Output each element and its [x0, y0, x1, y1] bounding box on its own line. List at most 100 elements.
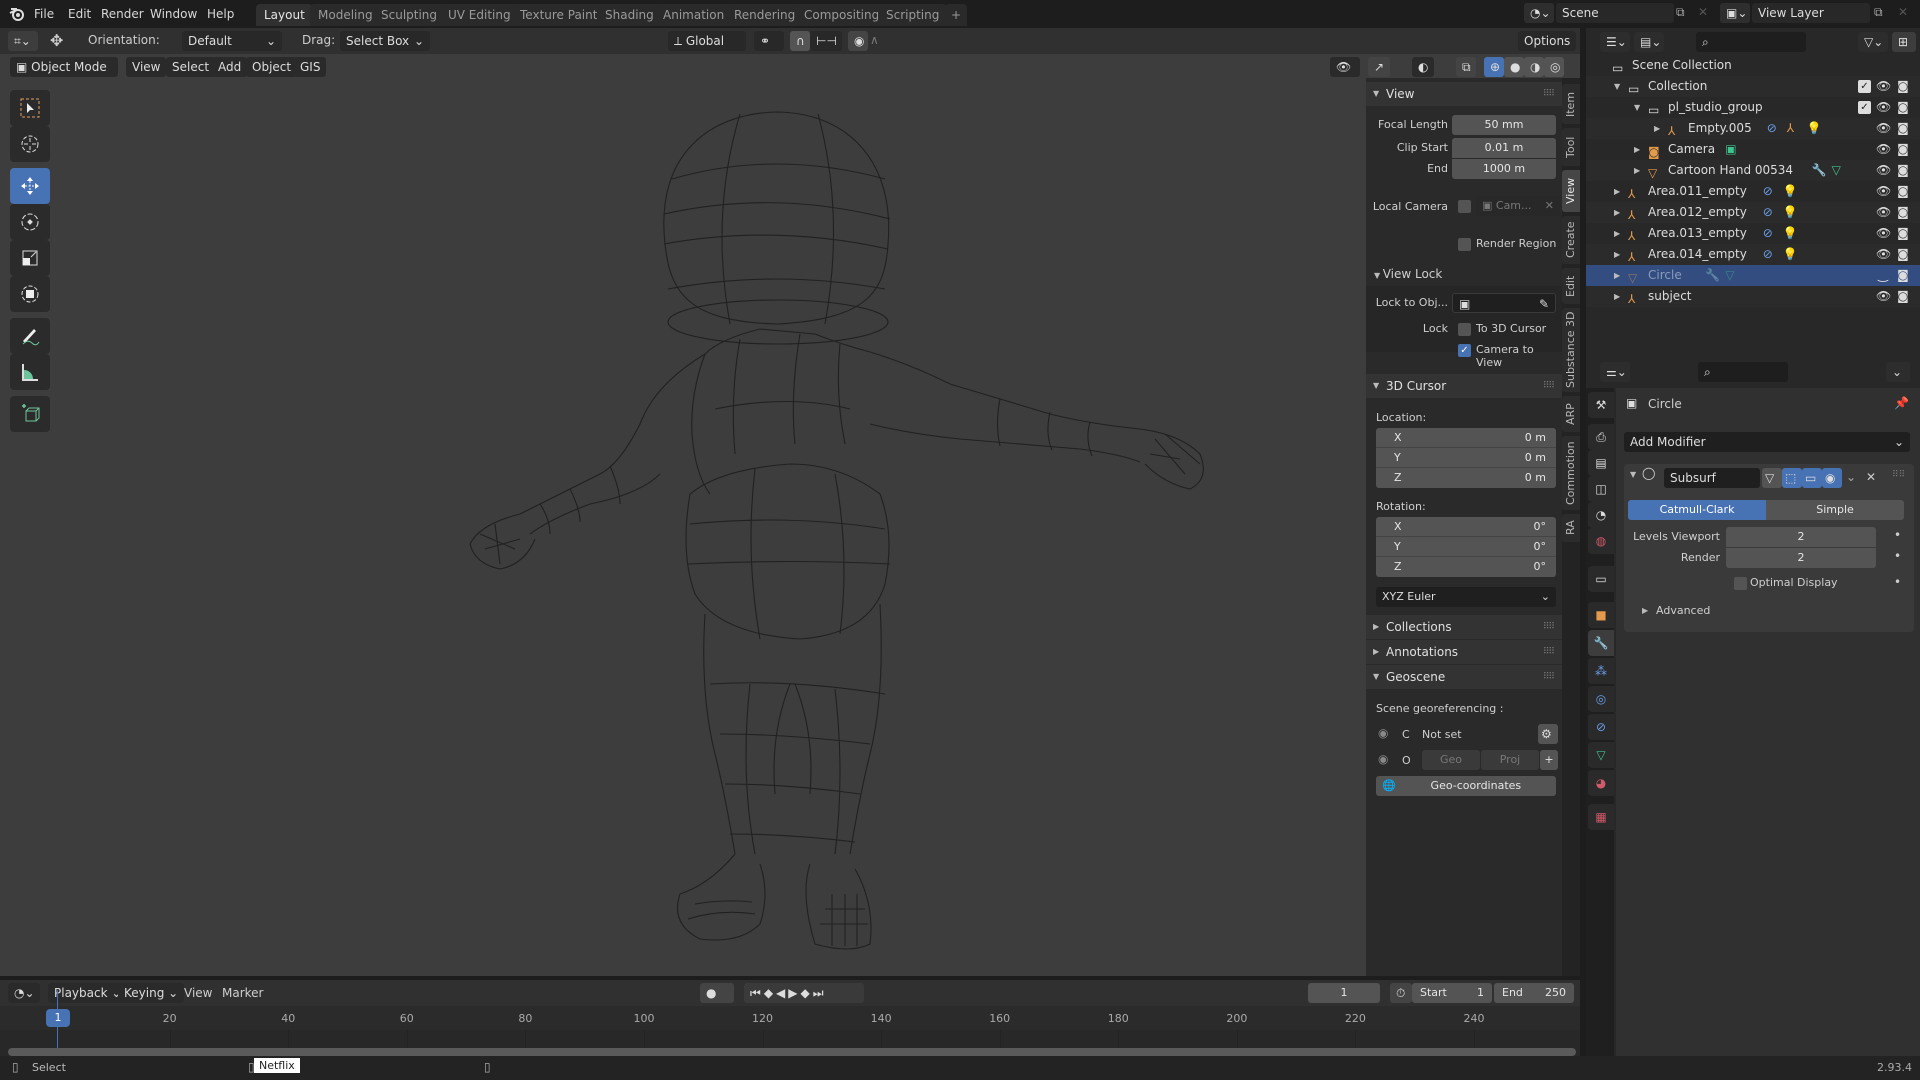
tab-material-properties[interactable]: ◕: [1588, 770, 1614, 796]
tab-particle-properties[interactable]: ⁂: [1588, 658, 1614, 684]
render-camera-icon[interactable]: ◙: [1896, 142, 1910, 156]
tab-tool-properties[interactable]: ⚒: [1588, 392, 1614, 418]
light-icon[interactable]: 💡: [1783, 223, 1798, 244]
eye-icon[interactable]: 👁: [1876, 142, 1891, 156]
empty-icon[interactable]: ⅄: [1787, 118, 1794, 139]
prev-keyframe-icon[interactable]: ◆: [764, 986, 776, 1000]
collapsed-triangle-icon[interactable]: ▶: [1614, 202, 1620, 223]
eye-closed-icon[interactable]: ‿: [1876, 268, 1890, 282]
menu-file[interactable]: File: [34, 4, 54, 24]
shading-wireframe-icon[interactable]: ⊕: [1484, 57, 1504, 77]
tab-constraint-properties[interactable]: ⊘: [1588, 714, 1614, 740]
collapsed-triangle-icon[interactable]: ▶: [1634, 139, 1640, 160]
outliner-row[interactable]: ▼ ▭ pl_studio_group ✓ 👁 ◙: [1586, 97, 1920, 118]
properties-options-chevron-icon[interactable]: ⌄: [1886, 362, 1910, 382]
scene-selector-icon[interactable]: ◔⌄: [1524, 3, 1554, 23]
delete-scene-icon[interactable]: ✕: [1698, 5, 1708, 19]
timeline[interactable]: 20 40 60 80 100 120 140 160 180 200 220 240 1: [0, 990, 1580, 1056]
mesh-data-icon[interactable]: ▽: [1725, 265, 1734, 286]
render-camera-icon[interactable]: ◙: [1896, 226, 1910, 240]
tab-sculpting[interactable]: Sculpting: [373, 4, 446, 26]
modifier-name-field[interactable]: Subsurf: [1664, 468, 1760, 488]
drag-handle-icon[interactable]: ⠿⠿: [1543, 374, 1555, 398]
catmull-clark-toggle[interactable]: Catmull-Clark: [1628, 500, 1766, 520]
local-camera-field[interactable]: ▣ Cam... ✕: [1476, 196, 1560, 216]
tab-collection-properties[interactable]: ▭: [1588, 566, 1614, 592]
light-icon[interactable]: 💡: [1807, 118, 1822, 139]
render-camera-icon[interactable]: ◙: [1896, 247, 1910, 261]
focal-length-field[interactable]: 50 mm: [1452, 115, 1556, 135]
panel-view-lock-header[interactable]: ▼ View Lock: [1374, 264, 1554, 284]
tool-select-box[interactable]: [10, 90, 50, 126]
tab-layout[interactable]: Layout: [256, 4, 313, 26]
display-mode-icon[interactable]: ▤⌄: [1634, 32, 1664, 52]
tab-uv-editing[interactable]: UV Editing: [440, 4, 519, 26]
menu-render[interactable]: Render: [101, 4, 144, 24]
lock-to-object-field[interactable]: ▣ ✎: [1452, 293, 1556, 313]
tab-shading[interactable]: Shading: [597, 4, 662, 26]
clip-start-field[interactable]: 0.01 m: [1452, 138, 1556, 158]
pivot-point-dropdown[interactable]: ⚭: [754, 31, 784, 51]
cursor-rotation-z[interactable]: Z 0°: [1376, 557, 1556, 577]
render-camera-icon[interactable]: ◙: [1896, 205, 1910, 219]
cursor-location-z[interactable]: Z 0 m: [1376, 468, 1556, 488]
camera-to-view-checkbox[interactable]: ✓: [1458, 344, 1471, 357]
geo-coordinates-button[interactable]: 🌐 Geo-coordinates: [1376, 776, 1556, 796]
modifier-menu-chevron-icon[interactable]: ⌄: [1846, 470, 1856, 484]
sidebar-tab-ra[interactable]: RA: [1562, 514, 1580, 542]
constraint-icon[interactable]: ⊘: [1763, 244, 1773, 265]
tool-annotate[interactable]: [10, 318, 50, 354]
viewport-display-toggle-icon[interactable]: ▭: [1802, 468, 1822, 488]
add-workspace-button[interactable]: +: [945, 4, 968, 26]
light-icon[interactable]: 💡: [1783, 244, 1798, 265]
play-icon[interactable]: ▶: [788, 986, 800, 1000]
play-reverse-icon[interactable]: ◀: [776, 986, 788, 1000]
blender-logo-icon[interactable]: [8, 5, 26, 23]
orientation-dropdown[interactable]: Default ⌄: [182, 31, 282, 51]
outliner-editor-type-icon[interactable]: ☰⌄: [1600, 32, 1630, 52]
transform-orientation-dropdown[interactable]: ⟂ Global: [668, 31, 746, 51]
geo-button[interactable]: Geo: [1422, 750, 1480, 770]
panel-collections-header[interactable]: ▶ Collections ⠿⠿: [1366, 615, 1562, 639]
timeline-menu-playback[interactable]: Playback ⌄: [48, 983, 128, 1003]
shading-rendered-icon[interactable]: ◎: [1544, 57, 1564, 77]
levels-viewport-field[interactable]: 2: [1726, 527, 1876, 547]
collapsed-triangle-icon[interactable]: ▶: [1634, 160, 1640, 181]
pin-icon[interactable]: 📌: [1894, 396, 1909, 410]
eyedropper-icon[interactable]: ✎: [1539, 294, 1549, 314]
mesh-data-icon[interactable]: ▽: [1832, 160, 1841, 181]
collapsed-triangle-icon[interactable]: ▶: [1614, 286, 1620, 307]
wrench-icon[interactable]: 🔧: [1705, 265, 1720, 286]
cursor-rotation-x[interactable]: X 0°: [1376, 517, 1556, 537]
exclude-checkbox[interactable]: ✓: [1858, 80, 1871, 93]
falloff-icon[interactable]: ∧: [870, 33, 879, 47]
tab-texture-properties[interactable]: ▦: [1588, 804, 1614, 830]
view-layer-field[interactable]: View Layer: [1752, 3, 1870, 23]
eye-icon[interactable]: 👁: [1876, 247, 1891, 261]
options-dropdown[interactable]: Options ⌄: [1518, 31, 1576, 68]
overlays-icon[interactable]: ◐: [1412, 57, 1434, 77]
geoscene-settings-gear-icon[interactable]: ⚙: [1538, 724, 1558, 744]
shading-material-icon[interactable]: ◑: [1524, 57, 1544, 77]
next-keyframe-icon[interactable]: ◆: [801, 986, 813, 1000]
character-wireframe[interactable]: [440, 94, 1220, 994]
eye-icon[interactable]: 👁: [1876, 79, 1891, 93]
keyframe-dot-icon[interactable]: •: [1894, 575, 1901, 589]
collapsed-triangle-icon[interactable]: ▶: [1614, 244, 1620, 265]
view-layer-selector-icon[interactable]: ▣⌄: [1720, 3, 1750, 23]
outliner-row[interactable]: ▼ ▭ Collection ✓ 👁 ◙: [1586, 76, 1920, 97]
simple-toggle[interactable]: Simple: [1766, 500, 1904, 520]
sidebar-tab-item[interactable]: Item: [1562, 84, 1580, 124]
add-modifier-dropdown[interactable]: Add Modifier ⌄: [1624, 432, 1910, 452]
eye-icon[interactable]: 👁: [1876, 121, 1891, 135]
eye-icon[interactable]: 👁: [1876, 184, 1891, 198]
add-georef-button[interactable]: +: [1540, 750, 1558, 770]
sidebar-tab-create[interactable]: Create: [1562, 216, 1580, 264]
end-frame-field[interactable]: End 250: [1494, 983, 1574, 1003]
playback-controls[interactable]: ⏮◆◀▶◆⏭: [744, 983, 864, 1003]
constraint-icon[interactable]: ⊘: [1767, 118, 1777, 139]
expanded-triangle-icon[interactable]: ▼: [1614, 76, 1620, 97]
viewport-menu-select[interactable]: Select: [166, 57, 216, 77]
outliner-row[interactable]: ▶ ⅄ Area.013_empty ⊘ 💡 👁 ◙: [1586, 223, 1920, 244]
expanded-triangle-icon[interactable]: ▼: [1630, 470, 1636, 479]
